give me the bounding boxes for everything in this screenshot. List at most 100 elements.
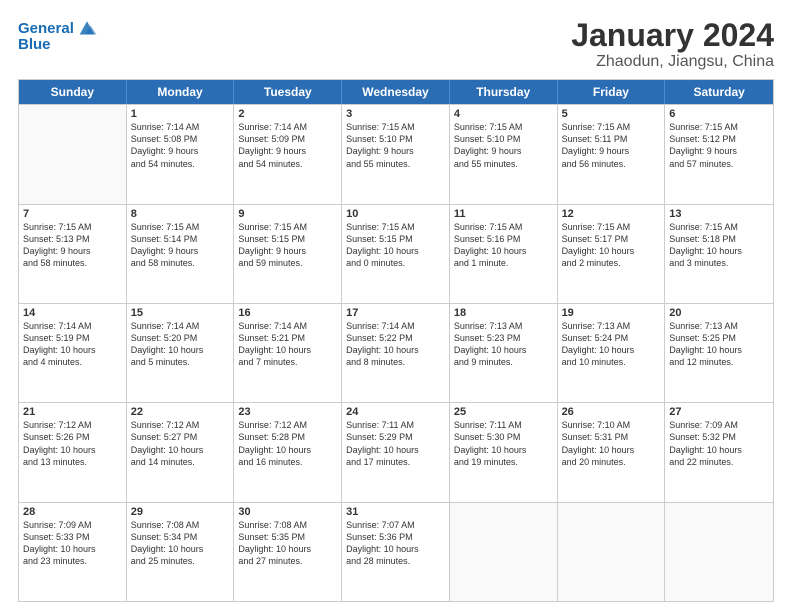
calendar-cell: 29Sunrise: 7:08 AM Sunset: 5:34 PM Dayli…: [127, 503, 235, 601]
day-number: 31: [346, 506, 445, 518]
day-number: 25: [454, 406, 553, 418]
day-number: 11: [454, 208, 553, 220]
calendar-week-row: 1Sunrise: 7:14 AM Sunset: 5:08 PM Daylig…: [19, 104, 773, 203]
cell-info: Sunrise: 7:15 AM Sunset: 5:13 PM Dayligh…: [23, 221, 122, 270]
day-number: 2: [238, 108, 337, 120]
cell-info: Sunrise: 7:11 AM Sunset: 5:29 PM Dayligh…: [346, 419, 445, 468]
cell-info: Sunrise: 7:08 AM Sunset: 5:35 PM Dayligh…: [238, 519, 337, 568]
cell-info: Sunrise: 7:13 AM Sunset: 5:24 PM Dayligh…: [562, 320, 661, 369]
cell-info: Sunrise: 7:15 AM Sunset: 5:16 PM Dayligh…: [454, 221, 553, 270]
cell-info: Sunrise: 7:07 AM Sunset: 5:36 PM Dayligh…: [346, 519, 445, 568]
day-number: 4: [454, 108, 553, 120]
calendar-week-row: 14Sunrise: 7:14 AM Sunset: 5:19 PM Dayli…: [19, 303, 773, 402]
calendar-cell: 2Sunrise: 7:14 AM Sunset: 5:09 PM Daylig…: [234, 105, 342, 203]
day-number: 18: [454, 307, 553, 319]
cell-info: Sunrise: 7:10 AM Sunset: 5:31 PM Dayligh…: [562, 419, 661, 468]
calendar-day-header: Wednesday: [342, 80, 450, 104]
cell-info: Sunrise: 7:14 AM Sunset: 5:22 PM Dayligh…: [346, 320, 445, 369]
day-number: 7: [23, 208, 122, 220]
cell-info: Sunrise: 7:14 AM Sunset: 5:21 PM Dayligh…: [238, 320, 337, 369]
calendar-day-header: Monday: [127, 80, 235, 104]
calendar-header: SundayMondayTuesdayWednesdayThursdayFrid…: [19, 80, 773, 104]
logo-icon: [76, 18, 98, 40]
calendar-cell: 27Sunrise: 7:09 AM Sunset: 5:32 PM Dayli…: [665, 403, 773, 501]
calendar-cell: 12Sunrise: 7:15 AM Sunset: 5:17 PM Dayli…: [558, 205, 666, 303]
cell-info: Sunrise: 7:14 AM Sunset: 5:08 PM Dayligh…: [131, 121, 230, 170]
day-number: 14: [23, 307, 122, 319]
calendar-cell: [450, 503, 558, 601]
day-number: 3: [346, 108, 445, 120]
calendar-cell: 20Sunrise: 7:13 AM Sunset: 5:25 PM Dayli…: [665, 304, 773, 402]
calendar-cell: 26Sunrise: 7:10 AM Sunset: 5:31 PM Dayli…: [558, 403, 666, 501]
calendar-cell: 9Sunrise: 7:15 AM Sunset: 5:15 PM Daylig…: [234, 205, 342, 303]
day-number: 27: [669, 406, 769, 418]
calendar-cell: 25Sunrise: 7:11 AM Sunset: 5:30 PM Dayli…: [450, 403, 558, 501]
day-number: 29: [131, 506, 230, 518]
cell-info: Sunrise: 7:13 AM Sunset: 5:25 PM Dayligh…: [669, 320, 769, 369]
calendar-cell: [558, 503, 666, 601]
page: General Blue January 2024 Zhaodun, Jiang…: [0, 0, 792, 612]
calendar-cell: [19, 105, 127, 203]
day-number: 19: [562, 307, 661, 319]
calendar-cell: 1Sunrise: 7:14 AM Sunset: 5:08 PM Daylig…: [127, 105, 235, 203]
calendar-cell: 8Sunrise: 7:15 AM Sunset: 5:14 PM Daylig…: [127, 205, 235, 303]
cell-info: Sunrise: 7:14 AM Sunset: 5:19 PM Dayligh…: [23, 320, 122, 369]
calendar-day-header: Sunday: [19, 80, 127, 104]
cell-info: Sunrise: 7:14 AM Sunset: 5:20 PM Dayligh…: [131, 320, 230, 369]
calendar: SundayMondayTuesdayWednesdayThursdayFrid…: [18, 79, 774, 602]
cell-info: Sunrise: 7:13 AM Sunset: 5:23 PM Dayligh…: [454, 320, 553, 369]
cell-info: Sunrise: 7:09 AM Sunset: 5:33 PM Dayligh…: [23, 519, 122, 568]
day-number: 16: [238, 307, 337, 319]
calendar-cell: 17Sunrise: 7:14 AM Sunset: 5:22 PM Dayli…: [342, 304, 450, 402]
calendar-day-header: Thursday: [450, 80, 558, 104]
cell-info: Sunrise: 7:15 AM Sunset: 5:17 PM Dayligh…: [562, 221, 661, 270]
day-number: 13: [669, 208, 769, 220]
day-number: 20: [669, 307, 769, 319]
calendar-cell: 10Sunrise: 7:15 AM Sunset: 5:15 PM Dayli…: [342, 205, 450, 303]
day-number: 5: [562, 108, 661, 120]
calendar-cell: 4Sunrise: 7:15 AM Sunset: 5:10 PM Daylig…: [450, 105, 558, 203]
day-number: 21: [23, 406, 122, 418]
calendar-cell: 5Sunrise: 7:15 AM Sunset: 5:11 PM Daylig…: [558, 105, 666, 203]
calendar-cell: 24Sunrise: 7:11 AM Sunset: 5:29 PM Dayli…: [342, 403, 450, 501]
calendar-cell: 3Sunrise: 7:15 AM Sunset: 5:10 PM Daylig…: [342, 105, 450, 203]
calendar-cell: 21Sunrise: 7:12 AM Sunset: 5:26 PM Dayli…: [19, 403, 127, 501]
day-number: 24: [346, 406, 445, 418]
day-number: 8: [131, 208, 230, 220]
calendar-day-header: Tuesday: [234, 80, 342, 104]
calendar-cell: 31Sunrise: 7:07 AM Sunset: 5:36 PM Dayli…: [342, 503, 450, 601]
day-number: 30: [238, 506, 337, 518]
cell-info: Sunrise: 7:12 AM Sunset: 5:27 PM Dayligh…: [131, 419, 230, 468]
cell-info: Sunrise: 7:15 AM Sunset: 5:18 PM Dayligh…: [669, 221, 769, 270]
calendar-cell: 19Sunrise: 7:13 AM Sunset: 5:24 PM Dayli…: [558, 304, 666, 402]
calendar-cell: 22Sunrise: 7:12 AM Sunset: 5:27 PM Dayli…: [127, 403, 235, 501]
calendar-body: 1Sunrise: 7:14 AM Sunset: 5:08 PM Daylig…: [19, 104, 773, 601]
cell-info: Sunrise: 7:08 AM Sunset: 5:34 PM Dayligh…: [131, 519, 230, 568]
day-number: 26: [562, 406, 661, 418]
page-title: January 2024: [571, 18, 774, 53]
cell-info: Sunrise: 7:09 AM Sunset: 5:32 PM Dayligh…: [669, 419, 769, 468]
calendar-cell: 18Sunrise: 7:13 AM Sunset: 5:23 PM Dayli…: [450, 304, 558, 402]
cell-info: Sunrise: 7:12 AM Sunset: 5:28 PM Dayligh…: [238, 419, 337, 468]
calendar-day-header: Saturday: [665, 80, 773, 104]
calendar-week-row: 7Sunrise: 7:15 AM Sunset: 5:13 PM Daylig…: [19, 204, 773, 303]
calendar-cell: 14Sunrise: 7:14 AM Sunset: 5:19 PM Dayli…: [19, 304, 127, 402]
calendar-cell: 6Sunrise: 7:15 AM Sunset: 5:12 PM Daylig…: [665, 105, 773, 203]
day-number: 23: [238, 406, 337, 418]
calendar-cell: 28Sunrise: 7:09 AM Sunset: 5:33 PM Dayli…: [19, 503, 127, 601]
day-number: 9: [238, 208, 337, 220]
day-number: 10: [346, 208, 445, 220]
day-number: 28: [23, 506, 122, 518]
cell-info: Sunrise: 7:11 AM Sunset: 5:30 PM Dayligh…: [454, 419, 553, 468]
calendar-cell: 30Sunrise: 7:08 AM Sunset: 5:35 PM Dayli…: [234, 503, 342, 601]
calendar-week-row: 28Sunrise: 7:09 AM Sunset: 5:33 PM Dayli…: [19, 502, 773, 601]
calendar-cell: [665, 503, 773, 601]
day-number: 6: [669, 108, 769, 120]
calendar-cell: 7Sunrise: 7:15 AM Sunset: 5:13 PM Daylig…: [19, 205, 127, 303]
cell-info: Sunrise: 7:15 AM Sunset: 5:10 PM Dayligh…: [346, 121, 445, 170]
cell-info: Sunrise: 7:15 AM Sunset: 5:11 PM Dayligh…: [562, 121, 661, 170]
day-number: 17: [346, 307, 445, 319]
cell-info: Sunrise: 7:14 AM Sunset: 5:09 PM Dayligh…: [238, 121, 337, 170]
calendar-day-header: Friday: [558, 80, 666, 104]
page-subtitle: Zhaodun, Jiangsu, China: [571, 53, 774, 71]
